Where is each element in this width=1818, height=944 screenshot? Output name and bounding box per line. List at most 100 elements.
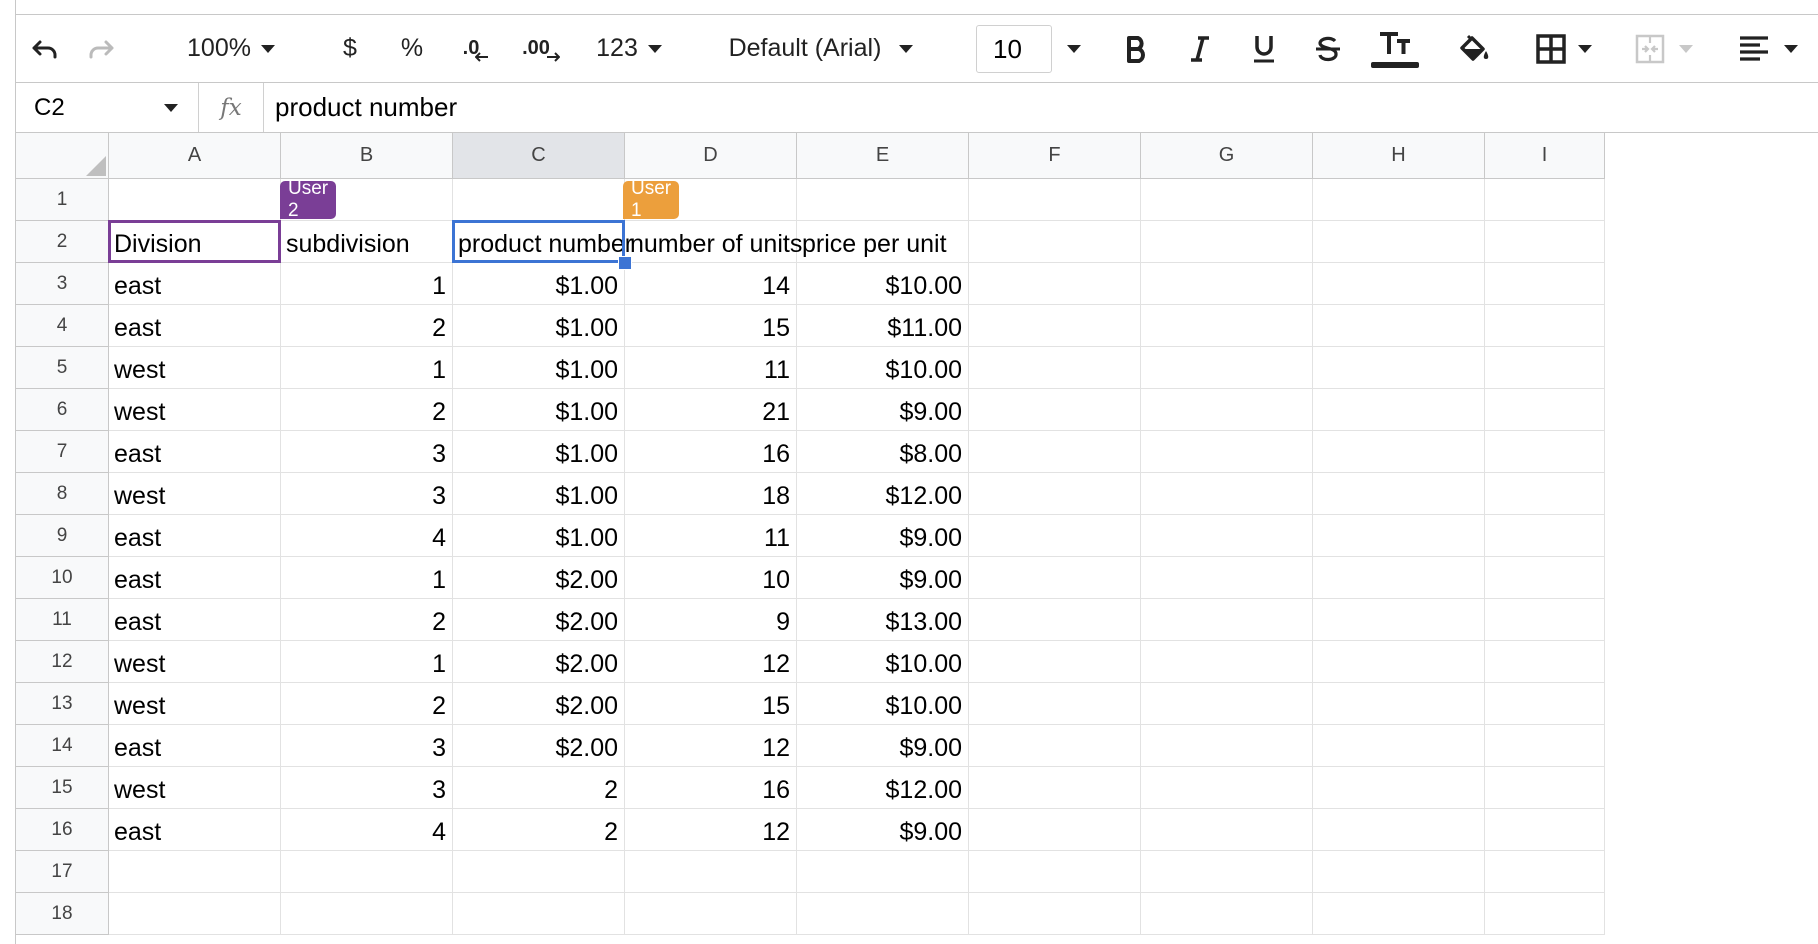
formula-input[interactable]: product number [275,83,457,132]
cell-C5[interactable]: $1.00 [453,347,625,389]
cell-B15[interactable]: 3 [281,767,453,809]
cell-A8[interactable]: west [109,473,281,515]
cell-G2[interactable] [1141,221,1313,263]
cell-D2[interactable]: number of units [625,221,802,263]
cell-E13[interactable]: $10.00 [797,683,969,725]
row-header-9[interactable]: 9 [16,515,109,557]
cell-C12[interactable]: $2.00 [453,641,625,683]
cell-B12[interactable]: 1 [281,641,453,683]
cell-E12[interactable]: $10.00 [797,641,969,683]
cell-C7[interactable]: $1.00 [453,431,625,473]
borders-dropdown[interactable] [1524,15,1604,82]
cell-G15[interactable] [1141,767,1313,809]
cell-A1[interactable] [109,179,281,221]
cell-D4[interactable]: 15 [625,305,797,347]
cell-G16[interactable] [1141,809,1313,851]
cell-E8[interactable]: $12.00 [797,473,969,515]
cell-A13[interactable]: west [109,683,281,725]
cell-D14[interactable]: 12 [625,725,797,767]
cell-G5[interactable] [1141,347,1313,389]
percent-format-button[interactable]: % [392,15,432,82]
cell-H9[interactable] [1313,515,1485,557]
cell-C13[interactable]: $2.00 [453,683,625,725]
cell-F10[interactable] [969,557,1141,599]
cell-B3[interactable]: 1 [281,263,453,305]
column-header-D[interactable]: D [625,133,797,179]
column-header-C[interactable]: C [453,133,625,179]
fill-handle[interactable] [618,256,632,270]
cell-A6[interactable]: west [109,389,281,431]
underline-button[interactable] [1244,15,1284,82]
merge-cells-dropdown[interactable] [1624,15,1704,82]
cell-D6[interactable]: 21 [625,389,797,431]
cell-I13[interactable] [1485,683,1605,725]
cell-F13[interactable] [969,683,1141,725]
cell-B11[interactable]: 2 [281,599,453,641]
cell-I1[interactable] [1485,179,1605,221]
row-header-4[interactable]: 4 [16,305,109,347]
cell-E5[interactable]: $10.00 [797,347,969,389]
cell-F6[interactable] [969,389,1141,431]
italic-button[interactable] [1180,15,1220,82]
cell-G6[interactable] [1141,389,1313,431]
cell-A10[interactable]: east [109,557,281,599]
cell-C3[interactable]: $1.00 [453,263,625,305]
column-header-E[interactable]: E [797,133,969,179]
cell-A4[interactable]: east [109,305,281,347]
cell-I3[interactable] [1485,263,1605,305]
cell-G3[interactable] [1141,263,1313,305]
cell-F4[interactable] [969,305,1141,347]
cell-F12[interactable] [969,641,1141,683]
cell-B5[interactable]: 1 [281,347,453,389]
cell-E6[interactable]: $9.00 [797,389,969,431]
cell-F8[interactable] [969,473,1141,515]
cell-E9[interactable]: $9.00 [797,515,969,557]
cell-I16[interactable] [1485,809,1605,851]
cell-H11[interactable] [1313,599,1485,641]
cell-H16[interactable] [1313,809,1485,851]
cell-D7[interactable]: 16 [625,431,797,473]
cell-I14[interactable] [1485,725,1605,767]
cell-A15[interactable]: west [109,767,281,809]
cell-I7[interactable] [1485,431,1605,473]
cell-E16[interactable]: $9.00 [797,809,969,851]
cell-E7[interactable]: $8.00 [797,431,969,473]
cell-F3[interactable] [969,263,1141,305]
cell-H10[interactable] [1313,557,1485,599]
cell-G10[interactable] [1141,557,1313,599]
cell-G13[interactable] [1141,683,1313,725]
cell-A12[interactable]: west [109,641,281,683]
cell-H14[interactable] [1313,725,1485,767]
undo-button[interactable] [24,15,64,82]
select-all-corner[interactable] [16,133,109,179]
cell-I18[interactable] [1485,893,1605,935]
cell-E2[interactable]: price per unit [797,221,969,263]
cell-E1[interactable] [797,179,969,221]
row-header-2[interactable]: 2 [16,221,109,263]
cell-I5[interactable] [1485,347,1605,389]
row-header-12[interactable]: 12 [16,641,109,683]
currency-format-button[interactable]: $ [330,15,370,82]
cell-I8[interactable] [1485,473,1605,515]
cell-B14[interactable]: 3 [281,725,453,767]
cell-D10[interactable]: 10 [625,557,797,599]
text-color-button[interactable] [1368,15,1422,82]
cell-H2[interactable] [1313,221,1485,263]
cell-G8[interactable] [1141,473,1313,515]
row-header-15[interactable]: 15 [16,767,109,809]
row-header-18[interactable]: 18 [16,893,109,935]
cell-C14[interactable]: $2.00 [453,725,625,767]
increase-decimals-button[interactable]: .00 [516,15,566,82]
cell-I9[interactable] [1485,515,1605,557]
cell-I12[interactable] [1485,641,1605,683]
cell-D3[interactable]: 14 [625,263,797,305]
strikethrough-button[interactable] [1308,15,1348,82]
cell-I10[interactable] [1485,557,1605,599]
row-header-16[interactable]: 16 [16,809,109,851]
cell-I17[interactable] [1485,851,1605,893]
cell-D8[interactable]: 18 [625,473,797,515]
row-header-13[interactable]: 13 [16,683,109,725]
column-header-I[interactable]: I [1485,133,1605,179]
column-header-F[interactable]: F [969,133,1141,179]
cell-F5[interactable] [969,347,1141,389]
